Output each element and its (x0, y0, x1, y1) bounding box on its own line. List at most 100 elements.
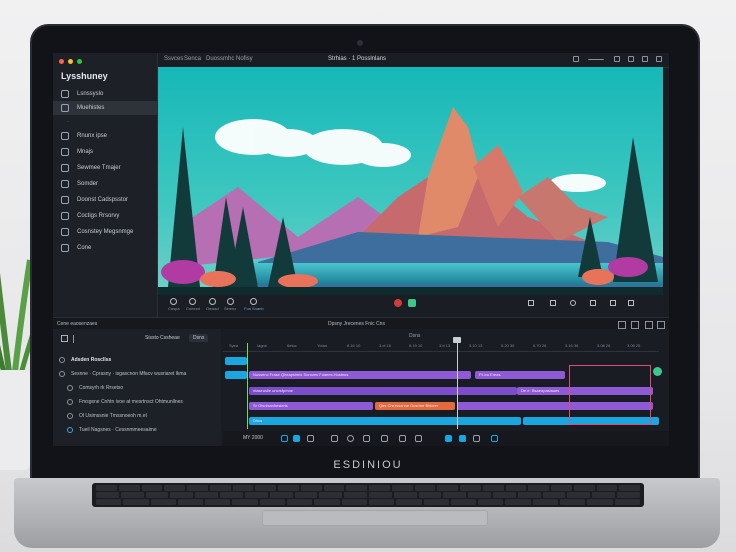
sidebar-item-7[interactable]: Coctigs Rrsorvy (53, 209, 157, 223)
sidebar-item-2[interactable]: Rnunx ipse (53, 129, 157, 143)
minimize-window-button[interactable] (68, 59, 73, 64)
sync-button[interactable]: Sinenx (224, 298, 236, 311)
share-icon[interactable] (614, 56, 620, 62)
sidebar-subitem-1[interactable]: · (53, 115, 157, 129)
preview-toolbar: Caspa Conexd Oewad Sinenx Foa Snanb (158, 295, 669, 315)
audio-icon (61, 180, 69, 188)
laptop-brand: ESDINIOU (333, 459, 403, 471)
split-icon[interactable] (347, 435, 354, 442)
menu-item-1[interactable]: Senca (184, 56, 201, 62)
sidebar-item-3[interactable]: Mnajs (53, 145, 157, 159)
magnet-icon[interactable] (293, 435, 300, 442)
grid-view-icon[interactable] (459, 435, 466, 442)
clip-0b[interactable] (225, 371, 247, 379)
visibility-icon (59, 357, 65, 363)
add-track-icon[interactable] (653, 367, 662, 376)
visibility-icon (67, 413, 73, 419)
clip-8[interactable]: Dhcs (249, 417, 521, 425)
layer-row-2[interactable]: Fmsgsne Cnhtn ivoe at mesrtnsct Ohtmunll… (67, 399, 183, 405)
marker-icon[interactable] (550, 300, 556, 306)
clip-5[interactable]: Sr Gtsolsanhesleris (249, 402, 373, 410)
layer-row-3[interactable]: Ol Usimssnie Tmssnoeoh m.el (67, 413, 147, 419)
clip-2[interactable]: P.t.bu Ereas (475, 371, 565, 379)
window-controls (59, 59, 82, 64)
close-icon[interactable] (656, 56, 662, 62)
capture-button[interactable]: Caspa (168, 298, 180, 311)
play-icon[interactable] (408, 299, 416, 307)
in-marker[interactable] (247, 343, 248, 429)
settings-icon[interactable] (642, 56, 648, 62)
link-icon[interactable] (307, 435, 314, 442)
layer-panel: Sissto Cssheae Dsns Adsden Roscllss Sesn… (53, 329, 221, 446)
image-icon (61, 164, 69, 172)
layout-icon[interactable] (645, 321, 653, 329)
timeline-controls: MY 2000 (223, 431, 669, 446)
maximize-window-button[interactable] (77, 59, 82, 64)
search-icon[interactable] (573, 56, 579, 62)
menu-item-2[interactable]: Duossmhc Nofisy (206, 56, 253, 62)
sidebar-item-0[interactable]: Lsnssyslo (53, 87, 157, 101)
layer-row-1[interactable]: Comsyrh rk Rrsetso (67, 385, 123, 391)
loop-icon[interactable] (570, 300, 576, 306)
video-preview[interactable] (158, 67, 663, 295)
add-layer-icon[interactable] (61, 335, 68, 342)
close-window-button[interactable] (59, 59, 64, 64)
fullscreen-icon[interactable] (657, 321, 665, 329)
laptop-screen: Lysshuney Lsnssyslo Muehistes · Rnunx ip… (53, 53, 669, 446)
layer-row-0[interactable]: Sesnne · Cprasny · isgascnon Mfacv wusri… (59, 371, 186, 377)
caption-icon[interactable] (473, 435, 480, 442)
sidebar-item-8[interactable]: Cosnstey Megsnmge (53, 225, 157, 239)
clip-0[interactable] (225, 357, 247, 365)
visibility-icon (59, 371, 65, 377)
playhead-handle[interactable] (453, 337, 461, 343)
sidebar: Lysshuney Lsnssyslo Muehistes · Rnunx ip… (53, 53, 158, 323)
sidebar-title: Lysshuney (61, 71, 108, 81)
plant-pot (0, 370, 30, 470)
crop-icon[interactable] (590, 300, 596, 306)
layout-icon[interactable] (445, 435, 452, 442)
sidebar-item-4[interactable]: Sewmee Tmajer (53, 161, 157, 175)
link-icon (189, 298, 197, 305)
tracks-button[interactable]: Dsns (189, 334, 209, 342)
volume-icon[interactable] (399, 435, 406, 442)
cut-icon[interactable] (331, 435, 338, 442)
sidebar-item-6[interactable]: Doonst Cadspsstor (53, 193, 157, 207)
trim-icon[interactable] (363, 435, 370, 442)
clip-1[interactable]: Nussenc Frase Qheapsimlo Soruzes Foaees.… (249, 371, 471, 379)
clip-6[interactable]: Qirs Cherssonne Oosrme Bhkeer (375, 402, 455, 410)
keyboard (92, 483, 644, 507)
menu-item-0[interactable]: Ssvces (164, 56, 183, 62)
clip-3[interactable]: ntaseuslle uncrsfpmne (249, 387, 517, 395)
export-icon[interactable] (491, 435, 498, 442)
snap-icon[interactable] (281, 435, 288, 442)
layer-row-4[interactable]: Tueil Nagsnes · Cessnmmeesaime (67, 427, 157, 433)
sidebar-item-1[interactable]: Muehistes (53, 101, 157, 115)
trackpad[interactable] (262, 510, 488, 526)
layers-header: Sissto Cssheae (145, 335, 180, 341)
timecode: MY 2000 (243, 435, 263, 441)
sidebar-item-9[interactable]: Cone (53, 241, 157, 255)
audio-button[interactable]: Foa Snanb (244, 298, 264, 311)
keyframe-icon[interactable] (415, 435, 422, 442)
selection-box[interactable] (569, 365, 651, 425)
layer-group[interactable]: Adsden Roscllss (59, 357, 111, 363)
record-icon[interactable] (394, 299, 402, 307)
visibility-icon (67, 385, 73, 391)
timeline-header-center: Dpsny Jrecenes Fnic Cns (328, 321, 385, 327)
timeline-tracks[interactable]: Dsns Syea Iagne 6etoc Yotan 8.16 10 3.ct… (223, 329, 669, 429)
lock-icon[interactable] (528, 300, 534, 306)
refresh-icon (208, 298, 216, 305)
snapshot-icon[interactable] (610, 300, 616, 306)
power-icon (67, 427, 73, 433)
speed-icon[interactable] (381, 435, 388, 442)
connect-button[interactable]: Conexd (186, 298, 200, 311)
playhead[interactable] (457, 339, 458, 429)
expand-icon[interactable] (628, 300, 634, 306)
settings-icon[interactable] (618, 321, 626, 329)
fullscreen-icon[interactable] (628, 56, 634, 62)
sidebar-item-5[interactable]: Somder (53, 177, 157, 191)
settings-icon (61, 196, 69, 204)
zoom-icon[interactable] (631, 321, 639, 329)
reload-button[interactable]: Oewad (206, 298, 219, 311)
progress-indicator (588, 59, 604, 65)
